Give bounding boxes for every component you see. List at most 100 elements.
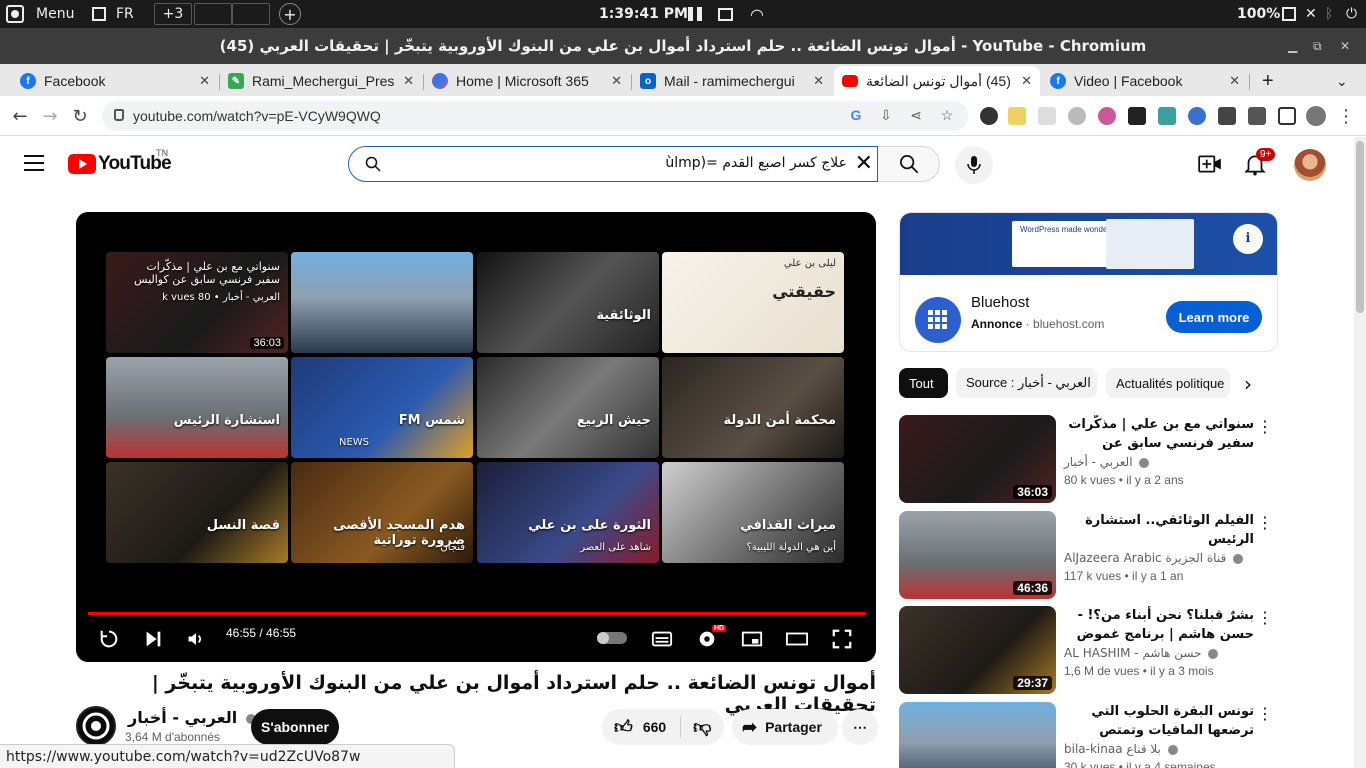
voice-search-button[interactable] bbox=[955, 146, 993, 184]
scrollbar-thumb[interactable] bbox=[1356, 141, 1364, 313]
recommended-channel[interactable]: bila-kinaa بلا قناع bbox=[1064, 742, 1178, 756]
youtube-logo[interactable]: YouTube TN bbox=[68, 149, 172, 175]
endscreen-video-thumb[interactable]: هدم المسجد الأقصى ضرورة توراتية فنجان bbox=[291, 462, 473, 563]
video-player[interactable]: سنواتي مع بن علي | مذكّرات سفير فرنسي سا… bbox=[76, 212, 876, 662]
reload-button[interactable]: ↻ bbox=[68, 104, 92, 128]
endscreen-video-thumb[interactable]: سنواتي مع بن علي | مذكّرات سفير فرنسي سا… bbox=[106, 252, 288, 353]
close-tab-icon[interactable]: ✕ bbox=[403, 73, 414, 89]
account-avatar[interactable] bbox=[1294, 149, 1326, 181]
browser-menu-icon[interactable]: ⋮ bbox=[1334, 104, 1358, 128]
next-video-icon[interactable] bbox=[142, 628, 164, 650]
theater-mode-icon[interactable] bbox=[784, 628, 810, 650]
search-button[interactable] bbox=[878, 146, 940, 182]
extension-icon-2[interactable] bbox=[1008, 107, 1026, 125]
chips-next-chevron-icon[interactable]: › bbox=[1244, 372, 1252, 396]
recommended-title[interactable]: تونس البقرة الحلوب التي ترضعها المافيات … bbox=[1064, 702, 1254, 740]
back-button[interactable]: ← bbox=[8, 104, 32, 128]
like-count[interactable]: 660 bbox=[643, 719, 666, 735]
google-lens-icon[interactable]: G bbox=[847, 107, 865, 125]
learn-more-button[interactable]: Learn more bbox=[1166, 301, 1262, 333]
install-app-icon[interactable]: ⇩ bbox=[877, 107, 895, 125]
endscreen-video-thumb[interactable]: شمس FM NEWS bbox=[291, 357, 473, 458]
miniplayer-icon[interactable] bbox=[740, 628, 764, 650]
fullscreen-icon[interactable] bbox=[831, 628, 853, 650]
recommended-channel[interactable]: AL HASHIM - حسن هاشم bbox=[1064, 646, 1219, 660]
channel-avatar[interactable] bbox=[76, 706, 116, 746]
tab-video-facebook[interactable]: f Video | Facebook ✕ bbox=[1042, 66, 1248, 96]
more-actions-button[interactable]: ⋯ bbox=[842, 709, 878, 745]
endscreen-video-thumb[interactable]: ميراث القذافي أين هي الدولة الليبية؟ bbox=[662, 462, 844, 563]
replay-icon[interactable] bbox=[98, 628, 120, 650]
volume-muted-icon[interactable]: ✕ bbox=[1305, 0, 1317, 28]
recommended-video[interactable]: 46:36 الفيلم الوثائقي.. استشارة الرئيس AlJ… bbox=[899, 511, 1279, 601]
extension-icon-9[interactable] bbox=[1218, 107, 1236, 125]
extension-icon-6[interactable] bbox=[1128, 107, 1146, 125]
volume-icon[interactable] bbox=[186, 628, 206, 650]
share-icon[interactable]: ⋖ bbox=[907, 107, 925, 125]
close-tab-icon[interactable]: ✕ bbox=[813, 73, 824, 89]
close-tab-icon[interactable]: ✕ bbox=[199, 73, 210, 89]
more-options-icon[interactable]: ⋮ bbox=[1257, 704, 1273, 723]
forward-button[interactable]: → bbox=[38, 104, 62, 128]
battery-icon[interactable] bbox=[1282, 0, 1296, 28]
subtitles-icon[interactable] bbox=[650, 628, 674, 650]
endscreen-video-thumb[interactable]: قصة النسل bbox=[106, 462, 288, 563]
search-input[interactable]: علاج كسر اصبع القدم =(ùlmp ✕ bbox=[348, 146, 878, 182]
extension-icon-7[interactable] bbox=[1158, 107, 1176, 125]
sponsored-ad[interactable]: WordPress made wonderful i Bluehost Anno… bbox=[899, 212, 1278, 352]
endscreen-video-thumb[interactable]: محكمة أمن الدولة bbox=[662, 357, 844, 458]
workspace-2[interactable] bbox=[194, 3, 232, 25]
tab-search-chevron-icon[interactable]: ⌄ bbox=[1328, 66, 1356, 96]
endscreen-video-thumb[interactable]: الوثائقية bbox=[477, 252, 659, 353]
workspace-3[interactable] bbox=[232, 3, 270, 25]
like-icon[interactable]: 👍︎ bbox=[614, 716, 633, 738]
ad-info-icon[interactable]: i bbox=[1233, 224, 1263, 254]
endscreen-video-thumb[interactable]: جيش الربيع bbox=[477, 357, 659, 458]
clear-search-icon[interactable]: ✕ bbox=[855, 153, 873, 175]
minimize-button[interactable]: ▁ bbox=[1288, 28, 1297, 64]
maximize-button[interactable]: ⧉ bbox=[1313, 28, 1322, 64]
chip-political-news[interactable]: Actualités politique bbox=[1106, 368, 1230, 398]
recommended-channel[interactable]: AlJazeera Arabic قناة الجزيرة bbox=[1064, 551, 1244, 565]
dislike-icon[interactable]: 👎︎ bbox=[693, 716, 711, 738]
recommended-thumbnail[interactable]: 29:37 bbox=[899, 606, 1056, 694]
wifi-icon[interactable]: ◠ bbox=[750, 0, 764, 28]
tab-outlook-mail[interactable]: o Mail - ramimechergui ✕ bbox=[632, 66, 832, 96]
os-menu-button[interactable]: Menu bbox=[6, 0, 74, 28]
chip-all[interactable]: Tout bbox=[899, 368, 948, 398]
endscreen-video-thumb[interactable]: الثورة على بن علي شاهد على العصر bbox=[477, 462, 659, 563]
add-workspace-button[interactable]: + bbox=[279, 3, 301, 25]
recommended-channel[interactable]: العربي - أخبار bbox=[1064, 455, 1150, 469]
endscreen-video-thumb[interactable]: استشارة الرئيس bbox=[106, 357, 288, 458]
power-icon[interactable]: ⏻ bbox=[1346, 0, 1357, 28]
tab-facebook[interactable]: f Facebook ✕ bbox=[12, 66, 218, 96]
site-info-icon[interactable] bbox=[114, 109, 124, 121]
side-panel-icon[interactable] bbox=[1278, 107, 1296, 125]
share-button[interactable]: ➦ Partager bbox=[732, 709, 838, 745]
close-tab-icon[interactable]: ✕ bbox=[611, 73, 622, 89]
window-icon[interactable] bbox=[718, 0, 733, 28]
recommended-title[interactable]: سنواتي مع بن علي | مذكّرات سفير فرنسي سا… bbox=[1064, 415, 1254, 453]
channel-name[interactable]: العربي - أخبار bbox=[128, 708, 256, 727]
extensions-puzzle-icon[interactable] bbox=[1248, 107, 1266, 125]
recommended-thumbnail[interactable] bbox=[899, 702, 1056, 768]
recommended-video[interactable]: 29:37 بشرٌ قبلنا؟ نحن أبناء من؟! - حسن ها… bbox=[899, 606, 1279, 696]
close-tab-icon[interactable]: ✕ bbox=[1021, 73, 1032, 89]
create-video-icon[interactable] bbox=[1197, 151, 1223, 177]
workspace-switcher[interactable]: +3 bbox=[154, 3, 192, 25]
extension-icon-8[interactable] bbox=[1188, 107, 1206, 125]
recommended-thumbnail[interactable]: 46:36 bbox=[899, 511, 1056, 599]
bookmark-star-icon[interactable]: ☆ bbox=[938, 107, 956, 125]
extension-icon-5[interactable] bbox=[1098, 107, 1116, 125]
tab-rami-presentation[interactable]: ✎ Rami_Mechergui_Pres ✕ bbox=[220, 66, 422, 96]
endscreen-video-thumb[interactable] bbox=[291, 252, 473, 353]
page-scrollbar[interactable] bbox=[1354, 137, 1366, 768]
profile-icon[interactable] bbox=[1306, 106, 1326, 126]
chip-source-channel[interactable]: Source : العربي - أخبار bbox=[956, 368, 1097, 398]
endscreen-video-thumb[interactable]: حقيقتي ليلى بن علي bbox=[662, 252, 844, 353]
address-bar[interactable]: youtube.com/watch?v=pE-VCyW9QWQ G ⇩ ⋖ ☆ bbox=[102, 101, 968, 131]
autoplay-toggle[interactable] bbox=[597, 632, 627, 644]
more-options-icon[interactable]: ⋮ bbox=[1257, 608, 1273, 627]
ad-banner-image[interactable]: WordPress made wonderful i bbox=[900, 213, 1277, 275]
ad-advertiser-name[interactable]: Bluehost bbox=[971, 294, 1029, 311]
